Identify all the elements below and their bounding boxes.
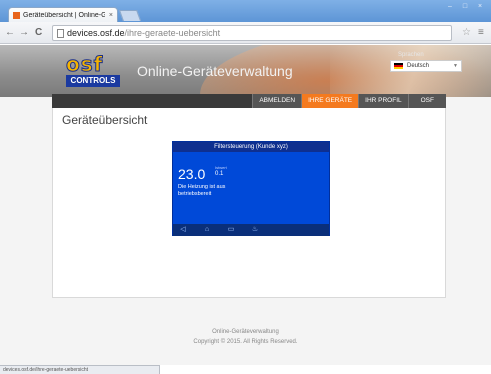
browser-tab[interactable]: Geräteübersicht | Online-Gr × [8, 7, 118, 23]
actual-value: 0.1 [215, 171, 224, 177]
heating-icon[interactable]: ♨ [249, 224, 261, 236]
back-arrow-icon[interactable]: ◁ [177, 224, 189, 236]
device-card-title: Filtersteuerung (Kunde xyz) [173, 142, 329, 152]
language-label: Sprachen [398, 52, 424, 58]
close-window-button[interactable]: × [473, 2, 487, 12]
home-icon[interactable]: ⌂ [201, 224, 213, 236]
maximize-button[interactable]: □ [458, 2, 472, 12]
web-page: osf CONTROLS Online-Geräteverwaltung Spr… [0, 45, 491, 365]
language-select[interactable]: Deutsch ▼ [390, 60, 462, 72]
nav-osf[interactable]: OSF [407, 94, 446, 108]
actual-value-label: Istwert [215, 165, 227, 170]
logo-subtitle: CONTROLS [66, 75, 120, 87]
chevron-down-icon: ▼ [453, 63, 458, 69]
browser-window: Geräteübersicht | Online-Gr × – □ × ← → … [0, 0, 491, 374]
address-bar[interactable]: devices.osf.de/ihre-geraete-uebersicht [52, 25, 452, 41]
device-status-line2: betriebsbereit [178, 191, 212, 197]
site-footer: Online-Geräteverwaltung Copyright © 2015… [0, 327, 491, 347]
minimize-button[interactable]: – [443, 2, 457, 12]
url-host: devices.osf.de [67, 28, 125, 38]
nav-logout[interactable]: ABMELDEN [252, 94, 302, 108]
back-icon[interactable]: ← [5, 27, 15, 39]
forward-icon[interactable]: → [19, 27, 29, 39]
display-icon[interactable]: ▭ [225, 224, 237, 236]
site-title: Online-Geräteverwaltung [137, 63, 293, 79]
nav-your-profile[interactable]: IHR PROFIL [358, 94, 408, 108]
device-status-line1: Die Heizung ist aus [178, 184, 226, 190]
osf-logo[interactable]: osf CONTROLS [66, 53, 120, 87]
content-panel: Geräteübersicht Filtersteuerung (Kunde x… [52, 108, 446, 298]
new-tab-button[interactable] [118, 10, 142, 21]
device-card[interactable]: Filtersteuerung (Kunde xyz) 23.0 Istwert… [172, 141, 330, 236]
language-value: Deutsch [407, 63, 430, 69]
german-flag-icon [394, 63, 403, 69]
tab-close-icon[interactable]: × [109, 12, 113, 19]
footer-title: Online-Geräteverwaltung [212, 329, 279, 335]
favicon-icon [13, 12, 20, 19]
browser-toolbar: ← → C devices.osf.de/ihre-geraete-uebers… [0, 22, 491, 44]
reload-icon[interactable]: C [35, 27, 42, 39]
footer-copyright: Copyright © 2015. All Rights Reserved. [193, 339, 298, 345]
browser-status-bar: devices.osf.de/ihre-geraete-uebersicht [0, 365, 160, 374]
browser-menu-icon[interactable]: ≡ [478, 27, 484, 38]
window-controls: – □ × [443, 2, 487, 12]
site-header: osf CONTROLS Online-Geräteverwaltung Spr… [0, 45, 491, 97]
url-path: /ihre-geraete-uebersicht [124, 28, 221, 38]
device-card-toolbar: ◁ ⌂ ▭ ♨ [173, 224, 329, 236]
bookmark-star-icon[interactable]: ☆ [462, 27, 471, 38]
temperature-value: 23.0 [178, 166, 206, 182]
device-status: Die Heizung ist aus betriebsbereit [178, 184, 278, 198]
tab-title: Geräteübersicht | Online-Gr [23, 12, 105, 19]
nav-your-devices[interactable]: IHRE GERÄTE [301, 94, 359, 108]
nav-buttons: ABMELDEN IHRE GERÄTE IHR PROFIL OSF [252, 94, 446, 108]
title-bar: Geräteübersicht | Online-Gr × – □ × [0, 0, 491, 23]
main-nav: ABMELDEN IHRE GERÄTE IHR PROFIL OSF [52, 94, 446, 108]
page-title: Geräteübersicht [62, 113, 148, 127]
page-icon [57, 28, 64, 38]
logo-letters: osf [66, 52, 104, 76]
